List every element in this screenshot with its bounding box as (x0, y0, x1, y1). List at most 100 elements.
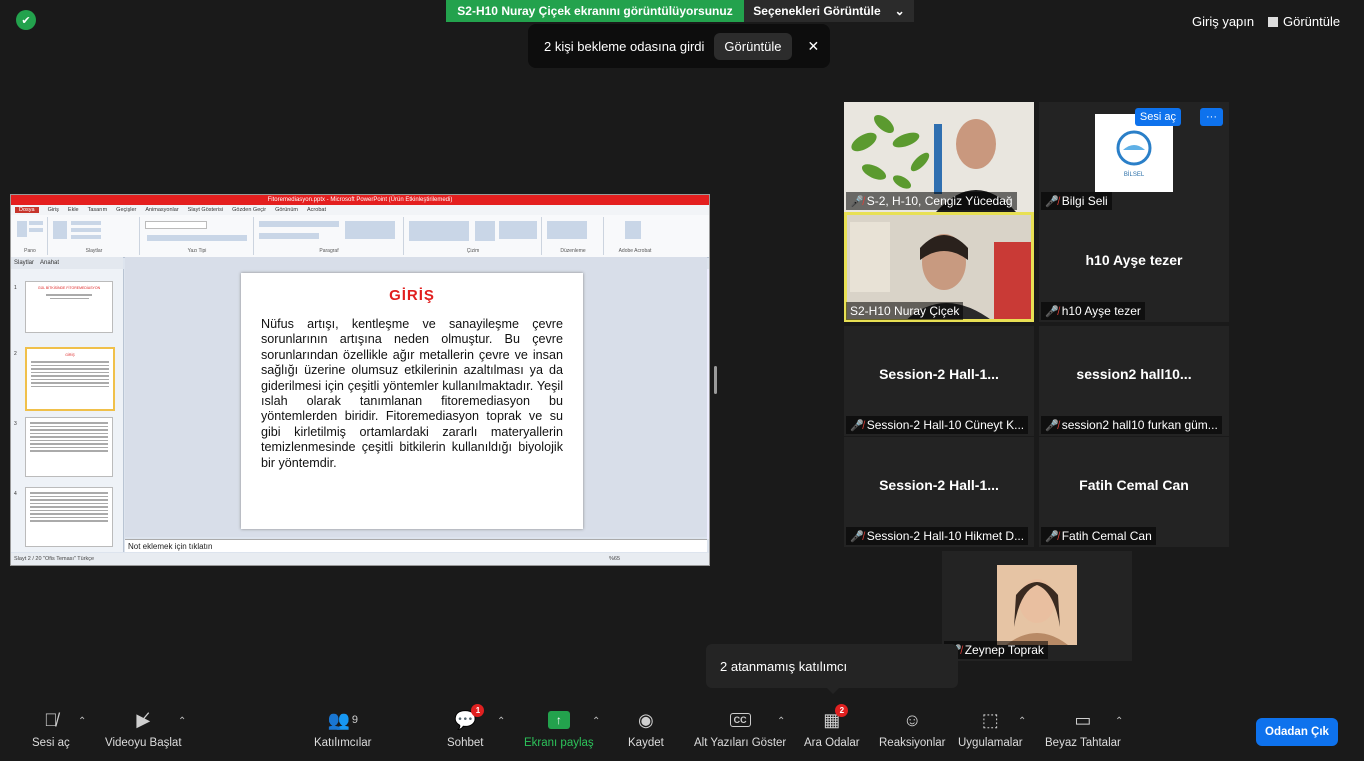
ppt-tab: Tasarım (87, 207, 108, 213)
participant-name: 🎤̸ Session-2 Hall-10 Hikmet D... (846, 527, 1029, 545)
security-shield-icon[interactable]: ✔ (16, 10, 36, 30)
video-tile[interactable]: BİLSEL Sesi aç ··· 🎤̸ Bilgi Seli (1039, 102, 1229, 212)
ppt-tab: Giriş (47, 207, 59, 213)
ppt-panel-tabs: Slaytlar Anahat (11, 257, 123, 269)
ppt-slides-panel: 1 GÜL BİTKİSİNDE FİTOREMEDİASYON 2 GİRİŞ… (11, 269, 124, 552)
participant-name: 🎤̸Zeynep Toprak (944, 641, 1048, 659)
participant-display-name: Session-2 Hall-1... (879, 366, 999, 382)
participant-display-name: session2 hall10... (1076, 366, 1192, 382)
unmute-button[interactable]: Sesi aç (1134, 108, 1181, 126)
ribbon-group: Paragraf (255, 217, 404, 255)
video-off-icon: ▶̸ (136, 709, 151, 730)
participant-display-name: Fatih Cemal Can (1079, 477, 1189, 493)
participant-name: 🎤̸ Bilgi Seli (1041, 192, 1112, 210)
share-options-chevron-icon[interactable]: ⌃ (592, 716, 600, 727)
participant-display-name: h10 Ayşe tezer (1085, 252, 1183, 268)
muted-mic-icon: 🎤̸ (1045, 530, 1059, 543)
slide: GİRİŞ Nüfus artışı, kentleşme ve sanayil… (241, 273, 583, 529)
close-icon[interactable]: ✕ (808, 38, 820, 55)
ppt-zoom: %65 (609, 556, 621, 562)
ppt-scrollbar (707, 269, 709, 539)
chat-badge: 1 (471, 704, 485, 717)
captions-button[interactable]: CC Alt Yazıları Göster (694, 706, 786, 758)
svg-text:BİLSEL: BİLSEL (1124, 171, 1145, 178)
waiting-room-view-button[interactable]: Görüntüle (714, 32, 792, 60)
muted-mic-icon: 🎤̸ (1045, 419, 1059, 432)
breakout-tooltip: 2 atanmamış katılımcı (706, 644, 958, 694)
waiting-room-notification: 2 kişi bekleme odasına girdi Görüntüle ✕ (528, 24, 830, 68)
video-options-chevron-icon[interactable]: ⌃ (178, 716, 186, 727)
sign-in-link[interactable]: Giriş yapın (1192, 14, 1254, 29)
ppt-tab: Acrobat (307, 207, 326, 213)
participant-name: S2-H10 Nuray Çiçek (846, 302, 964, 320)
ppt-ribbon: Pano Slaytlar Yazı Tipi Paragraf Çizim D… (11, 215, 709, 258)
muted-mic-icon: 🎤̸ (850, 530, 864, 543)
muted-mic-icon: 🎤̸ (1045, 195, 1059, 208)
slide-thumbnail (25, 417, 113, 477)
apps-button[interactable]: ⬚ Uygulamalar (958, 706, 1023, 758)
chat-options-chevron-icon[interactable]: ⌃ (497, 716, 505, 727)
slide-thumbnail (25, 487, 113, 547)
whiteboards-button[interactable]: ▭ Beyaz Tahtalar (1045, 706, 1121, 758)
chat-icon: 💬 1 (454, 704, 485, 734)
ribbon-group: Adobe Acrobat (605, 217, 665, 255)
participants-button[interactable]: 👥 9 Katılımcılar (314, 706, 372, 758)
view-options-label: Seçenekleri Görüntüle (753, 4, 881, 18)
ppt-notes: Not eklemek için tıklatın (125, 539, 707, 552)
participant-name: 🎤̸ h10 Ayşe tezer (1041, 302, 1145, 320)
share-banner: S2-H10 Nuray Çiçek ekranını görüntülüyor… (446, 0, 744, 22)
whiteboard-icon: ▭ (1074, 709, 1092, 730)
mute-button[interactable]: 🎙̸ Sesi aç (32, 706, 70, 758)
ppt-tab: Animasyonlar (145, 207, 179, 213)
ppt-ribbon-tabs: Dosya Giriş Ekle Tasarım Geçişler Animas… (11, 205, 709, 215)
participant-name: 🎤̸ Session-2 Hall-10 Cüneyt K... (846, 416, 1029, 434)
video-tile[interactable]: 🎤̸Zeynep Toprak (942, 551, 1132, 661)
share-screen-icon: ↑ (547, 706, 570, 734)
ribbon-group: Pano (13, 217, 48, 255)
view-options-button[interactable]: Seçenekleri Görüntüle ⌄ (744, 0, 914, 22)
ppt-tab: Gözden Geçir (232, 207, 267, 213)
video-tile[interactable]: Fatih Cemal Can 🎤̸ Fatih Cemal Can (1039, 437, 1229, 547)
participant-name: 🎤̸ S-2, H-10, Cengiz Yücedağ (846, 192, 1017, 210)
muted-mic-icon: 🎤̸ (850, 195, 864, 208)
captions-options-chevron-icon[interactable]: ⌃ (777, 716, 785, 727)
slide-body: Nüfus artışı, kentleşme ve sanayileşme ç… (261, 317, 563, 470)
video-tile-active-speaker[interactable]: S2-H10 Nuray Çiçek (844, 212, 1034, 322)
ribbon-group: Yazı Tipi (141, 217, 254, 255)
muted-mic-icon: 🎤̸ (1045, 305, 1059, 318)
reactions-button[interactable]: ☺ Reaksiyonlar (879, 706, 945, 758)
chevron-down-icon: ⌄ (894, 4, 905, 18)
start-video-button[interactable]: ▶̸ Videoyu Başlat (105, 706, 182, 758)
whiteboard-options-chevron-icon[interactable]: ⌃ (1115, 716, 1123, 727)
leave-meeting-button[interactable]: Odadan Çık (1256, 718, 1338, 746)
muted-mic-icon: 🎤̸ (850, 419, 864, 432)
video-tile[interactable]: 🎤̸ S-2, H-10, Cengiz Yücedağ (844, 102, 1034, 212)
video-tile[interactable]: Session-2 Hall-1... 🎤̸ Session-2 Hall-10 … (844, 326, 1034, 436)
ppt-status-bar: Slayt 2 / 20 "Ofis Teması" Türkçe %65 (11, 553, 709, 565)
captions-icon: CC (729, 706, 751, 734)
more-options-button[interactable]: ··· (1200, 108, 1223, 126)
share-banner-text: S2-H10 Nuray Çiçek ekranını görüntülüyor… (457, 4, 733, 18)
video-tile[interactable]: h10 Ayşe tezer 🎤̸ h10 Ayşe tezer (1039, 212, 1229, 322)
participants-icon: 👥 9 (327, 709, 359, 730)
ribbon-group: Çizim (405, 217, 542, 255)
participant-display-name: Session-2 Hall-1... (879, 477, 999, 493)
apps-options-chevron-icon[interactable]: ⌃ (1018, 716, 1026, 727)
ppt-tab: Geçişler (116, 207, 137, 213)
muted-mic-icon: 🎙̸ (44, 709, 58, 730)
breakout-rooms-icon: ▦ 2 (823, 704, 849, 734)
shared-screen[interactable]: Fitoremediasyon.pptx - Microsoft PowerPo… (10, 194, 710, 566)
waiting-room-text: 2 kişi bekleme odasına girdi (544, 38, 705, 54)
reactions-icon: ☺ (903, 709, 922, 730)
split-divider-handle[interactable] (714, 366, 717, 394)
video-tile[interactable]: session2 hall10... 🎤̸ session2 hall10 fur… (1039, 326, 1229, 436)
chat-button[interactable]: 💬 1 Sohbet (447, 704, 485, 758)
video-tile[interactable]: Session-2 Hall-1... 🎤̸ Session-2 Hall-10 … (844, 437, 1034, 547)
share-screen-button[interactable]: ↑ Ekranı paylaş (524, 706, 594, 758)
view-button[interactable]: Görüntüle (1268, 14, 1340, 29)
record-button[interactable]: ◉ Kaydet (628, 706, 664, 758)
ribbon-group: Düzenleme (543, 217, 604, 255)
breakout-rooms-button[interactable]: ▦ 2 Ara Odalar (804, 704, 860, 758)
mute-options-chevron-icon[interactable]: ⌃ (78, 716, 86, 727)
slide-thumbnail: GİRİŞ (25, 347, 115, 411)
